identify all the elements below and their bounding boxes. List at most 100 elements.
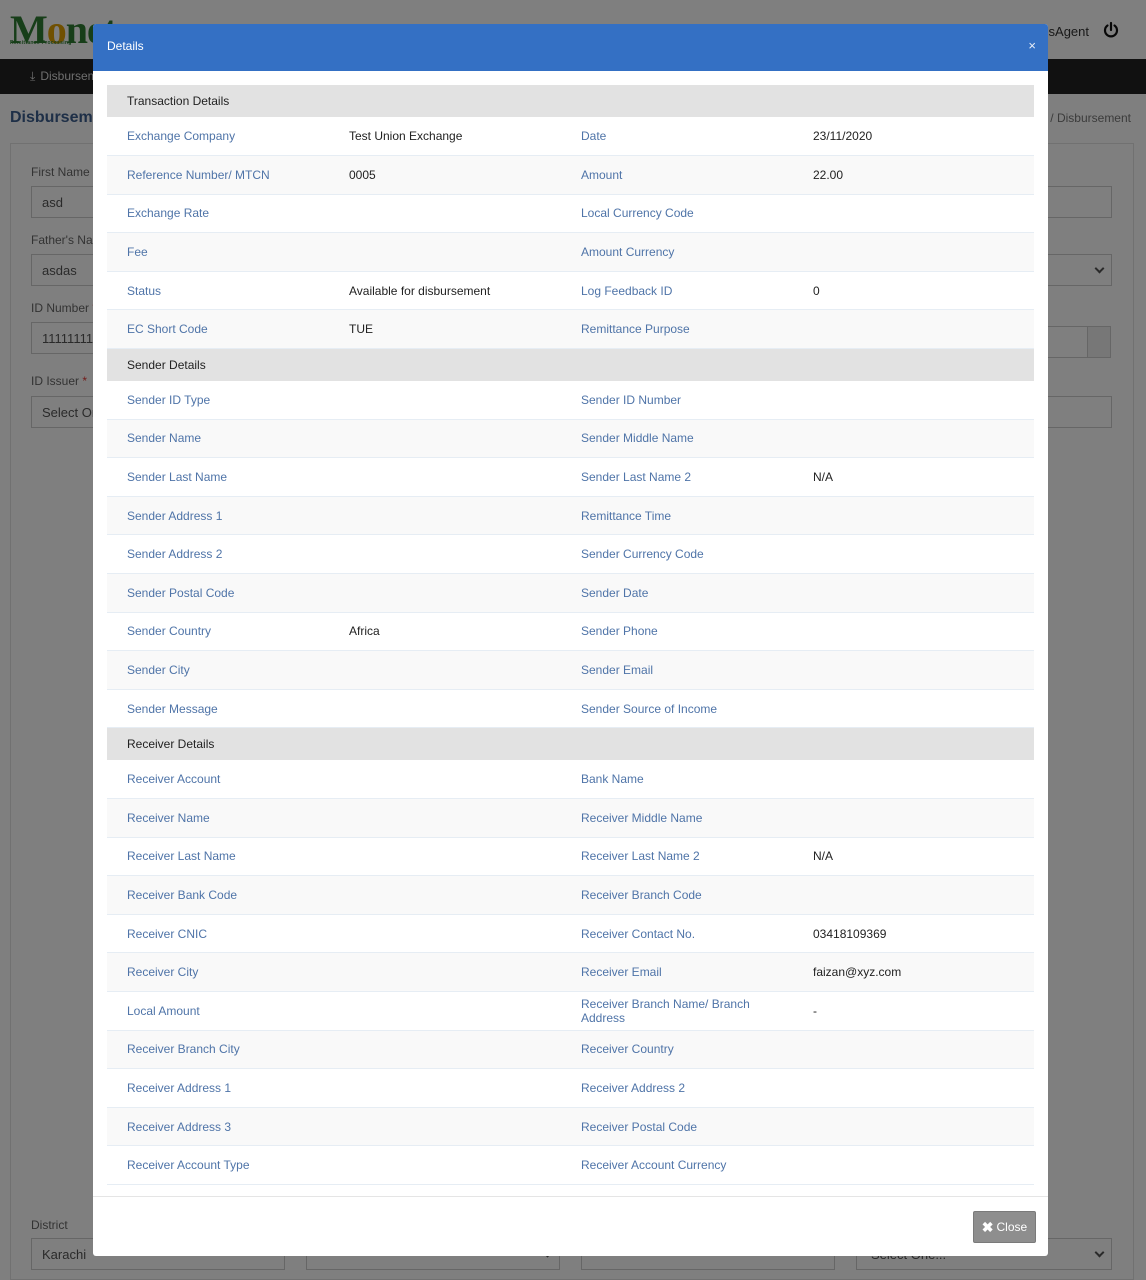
- field-value: [793, 496, 1035, 536]
- field-value: [329, 759, 561, 799]
- close-button[interactable]: ✖ Close: [973, 1211, 1036, 1243]
- field-label: Sender Name: [107, 419, 329, 459]
- field-value: [329, 534, 561, 575]
- field-label: Sender ID Number: [561, 380, 793, 420]
- field-label: Sender Address 2: [107, 534, 329, 575]
- field-value: [329, 689, 561, 729]
- section-title: Receiver Details: [107, 727, 1035, 760]
- field-label: Sender Date: [561, 573, 793, 613]
- field-value: Available for disbursement: [329, 271, 561, 311]
- field-label: Receiver Last Name 2: [561, 837, 793, 877]
- table-row: Receiver Bank Code Receiver Branch Code: [107, 875, 1035, 915]
- field-label: Receiver Address 3: [107, 1107, 329, 1147]
- modal-header: Details ×: [93, 24, 1048, 71]
- close-icon[interactable]: ×: [1028, 38, 1036, 53]
- field-value: N/A: [793, 837, 1035, 877]
- field-label: Receiver CNIC: [107, 914, 329, 954]
- field-label: Status: [107, 271, 329, 311]
- field-label: Sender Source of Income: [561, 689, 793, 729]
- field-value: 0: [793, 271, 1035, 311]
- field-value: [793, 309, 1035, 350]
- field-value: [793, 419, 1035, 459]
- field-label: Fee: [107, 232, 329, 272]
- field-value: TUE: [329, 309, 561, 350]
- field-label: Sender Postal Code: [107, 573, 329, 613]
- table-row: Receiver City Receiver Email faizan@xyz.co…: [107, 952, 1035, 992]
- table-row: Receiver Account Bank Name: [107, 759, 1035, 799]
- modal-footer: ✖ Close: [93, 1196, 1048, 1256]
- field-value: 0005: [329, 155, 561, 195]
- table-row: Receiver Address 3 Receiver Postal Code: [107, 1107, 1035, 1147]
- field-label: Receiver City: [107, 952, 329, 992]
- field-label: Receiver Address 1: [107, 1068, 329, 1108]
- field-value: [329, 1030, 561, 1070]
- field-value: [793, 194, 1035, 234]
- table-row: Sender City Sender Email: [107, 650, 1035, 690]
- field-value: [793, 689, 1035, 729]
- field-label: Sender Last Name 2: [561, 457, 793, 497]
- field-value: [793, 612, 1035, 652]
- field-value: 22.00: [793, 155, 1035, 195]
- table-row: Receiver Account Type Receiver Account Cu…: [107, 1145, 1035, 1185]
- field-label: Local Currency Code: [561, 194, 793, 234]
- table-row: Sender ID Type Sender ID Number: [107, 380, 1035, 420]
- field-value: [329, 875, 561, 915]
- table-row: Sender Message Sender Source of Income: [107, 689, 1035, 729]
- table-row: Sender Last Name Sender Last Name 2 N/A: [107, 457, 1035, 497]
- field-value: 03418109369: [793, 914, 1035, 954]
- field-label: Sender City: [107, 650, 329, 690]
- modal-body: Transaction Details Exchange Company Test …: [107, 85, 1035, 1185]
- field-value: [793, 759, 1035, 799]
- field-value: [329, 1107, 561, 1147]
- details-table: Transaction Details Exchange Company Test …: [107, 85, 1035, 1185]
- field-value: [329, 457, 561, 497]
- field-label: Receiver Name: [107, 798, 329, 838]
- field-value: [329, 991, 561, 1031]
- table-row: EC Short Code TUE Remittance Purpose: [107, 309, 1035, 350]
- field-value: [329, 194, 561, 234]
- field-label: Exchange Company: [107, 117, 329, 157]
- section-header: Transaction Details: [107, 85, 1035, 117]
- table-row: Status Available for disbursement Log Feed…: [107, 271, 1035, 311]
- field-label: Receiver Account: [107, 759, 329, 799]
- field-label: EC Short Code: [107, 309, 329, 350]
- field-value: [793, 1145, 1035, 1185]
- table-row: Local Amount Receiver Branch Name/ Branch…: [107, 991, 1035, 1031]
- field-value: [793, 232, 1035, 272]
- field-value: [793, 380, 1035, 420]
- field-value: [329, 798, 561, 838]
- field-label: Receiver Branch Code: [561, 875, 793, 915]
- table-row: Sender Country Africa Sender Phone: [107, 612, 1035, 652]
- field-label: Remittance Purpose: [561, 309, 793, 350]
- field-label: Amount: [561, 155, 793, 195]
- field-value: [793, 1068, 1035, 1108]
- field-label: Receiver Last Name: [107, 837, 329, 877]
- field-label: Sender Phone: [561, 612, 793, 652]
- field-label: Exchange Rate: [107, 194, 329, 234]
- modal-title: Details: [107, 39, 144, 53]
- section-header: Receiver Details: [107, 727, 1035, 760]
- section-header: Sender Details: [107, 348, 1035, 381]
- field-value: [793, 798, 1035, 838]
- field-label: Date: [561, 117, 793, 157]
- table-row: Sender Postal Code Sender Date: [107, 573, 1035, 613]
- field-value: [793, 650, 1035, 690]
- table-row: Receiver Branch City Receiver Country: [107, 1030, 1035, 1070]
- field-value: [329, 380, 561, 420]
- field-label: Sender Middle Name: [561, 419, 793, 459]
- field-label: Sender Message: [107, 689, 329, 729]
- field-value: Africa: [329, 612, 561, 652]
- field-label: Amount Currency: [561, 232, 793, 272]
- field-value: [329, 650, 561, 690]
- table-row: Exchange Company Test Union Exchange Date 2…: [107, 117, 1035, 157]
- field-label: Sender Country: [107, 612, 329, 652]
- field-label: Receiver Address 2: [561, 1068, 793, 1108]
- section-title: Transaction Details: [107, 85, 1035, 117]
- field-label: Sender Last Name: [107, 457, 329, 497]
- field-value: [329, 232, 561, 272]
- field-value: [793, 1030, 1035, 1070]
- field-label: Log Feedback ID: [561, 271, 793, 311]
- field-value: faizan@xyz.com: [793, 952, 1035, 992]
- close-button-label: Close: [996, 1220, 1028, 1234]
- field-value: [329, 837, 561, 877]
